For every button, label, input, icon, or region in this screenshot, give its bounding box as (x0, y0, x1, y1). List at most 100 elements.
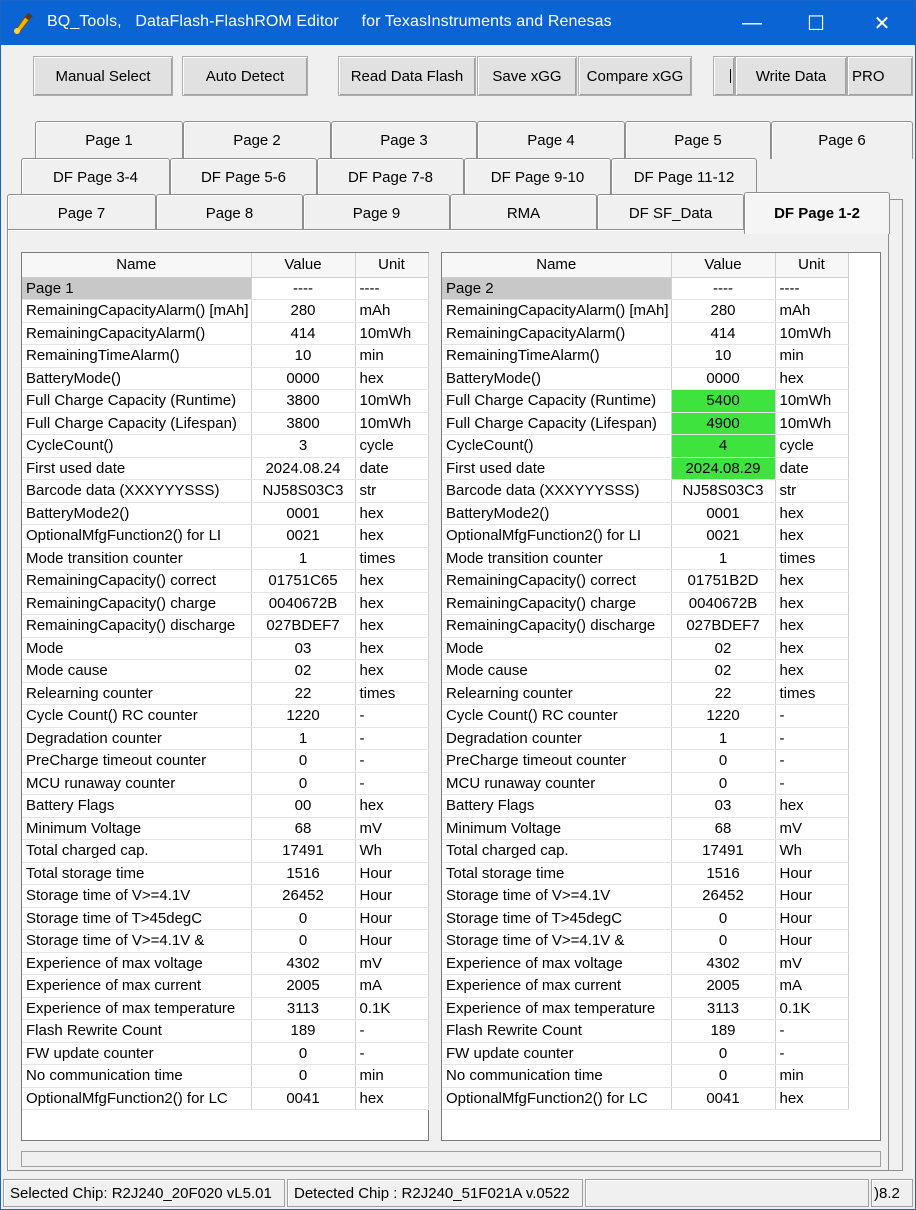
table-row[interactable]: Degradation counter 1- (22, 727, 429, 750)
cell-value[interactable]: 0041 (251, 1087, 356, 1110)
table-row[interactable]: OptionalMfgFunction2() for LI 0021 hex (22, 524, 429, 548)
read-data-flash-button[interactable]: Read Data Flash (338, 56, 476, 96)
cell-value[interactable]: 0 (671, 1042, 776, 1065)
tab-page-5[interactable]: Page 5 (625, 121, 771, 159)
cell-value[interactable]: 2024.08.29 (671, 457, 776, 480)
column-header-name[interactable]: Name (22, 253, 252, 278)
cell-value[interactable]: 0 (251, 929, 356, 953)
table-row[interactable]: Experience of max current 2005 mA (22, 974, 429, 998)
cell-value[interactable]: 0 (671, 929, 776, 953)
table-row[interactable]: BatteryMode2() 0001 hex (22, 502, 429, 525)
cell-value[interactable]: 189 (671, 1019, 776, 1043)
table-row[interactable]: RemainingCapacityAlarm() [mAh] 280 mAh (442, 299, 849, 323)
table-row[interactable]: Storage time of V>=4.1V 26452 Hour (22, 884, 429, 908)
cell-value[interactable]: 02 (671, 637, 776, 660)
cell-value[interactable]: 1 (251, 727, 356, 750)
tab-page-3[interactable]: Page 3 (331, 121, 477, 159)
cell-value[interactable]: 0 (251, 1042, 356, 1065)
table-row[interactable]: RemainingCapacityAlarm() 414 10mWh (442, 322, 849, 345)
table-row[interactable]: CycleCount() 4 cycle (442, 434, 849, 458)
cell-value[interactable]: 0 (671, 1064, 776, 1088)
table-row[interactable]: Experience of max temperature 3113 0.1K (22, 997, 429, 1020)
table-row[interactable]: PreCharge timeout counter 0- (22, 749, 429, 773)
cell-value[interactable]: 1 (671, 727, 776, 750)
table-row[interactable]: Page 2 ---- ---- (442, 277, 849, 300)
table-row[interactable]: Storage time of T>45degC 0 Hour (22, 907, 429, 930)
manual-select-button[interactable]: Manual Select (33, 56, 173, 96)
table-row[interactable]: Minimum Voltage 68 mV (442, 817, 849, 840)
table-row[interactable]: Relearning counter 22 times (22, 682, 429, 705)
cell-value[interactable]: 0000 (251, 367, 356, 390)
cell-value[interactable]: 5400 (671, 389, 776, 413)
column-header-unit[interactable]: Unit (355, 253, 429, 278)
cell-value[interactable]: 17491 (251, 839, 356, 863)
table-row[interactable]: RemainingCapacity() correct 01751B2D hex (442, 569, 849, 593)
cell-value[interactable]: 0041 (671, 1087, 776, 1110)
tab-page-2[interactable]: Page 2 (183, 121, 331, 159)
cell-value[interactable]: ---- (671, 277, 776, 300)
table-row[interactable]: Mode transition counter 1 times (442, 547, 849, 570)
table-row[interactable]: Experience of max voltage 4302 mV (442, 952, 849, 975)
cell-value[interactable]: 0001 (671, 502, 776, 525)
tab-page-1[interactable]: Page 1 (35, 121, 183, 159)
table-row[interactable]: RemainingCapacityAlarm() 414 10mWh (22, 322, 429, 345)
cell-value[interactable]: 3800 (251, 389, 356, 413)
table-row[interactable]: Full Charge Capacity (Lifespan) 4900 10mWh (442, 412, 849, 435)
tab-df-page-9-10[interactable]: DF Page 9-10 (464, 158, 611, 196)
cell-value[interactable]: 0000 (671, 367, 776, 390)
table-row[interactable]: CycleCount() 3 cycle (22, 434, 429, 458)
cell-value[interactable]: 027BDEF7 (671, 614, 776, 638)
table-row[interactable]: Total storage time 1516 Hour (442, 862, 849, 885)
table-row[interactable]: MCU runaway counter 0- (22, 772, 429, 795)
table-row[interactable]: RemainingCapacity() discharge 027BDEF7 hex (442, 614, 849, 638)
cell-value[interactable]: 414 (251, 322, 356, 345)
cell-value[interactable]: 3 (251, 434, 356, 458)
cell-value[interactable]: 22 (671, 682, 776, 705)
tab-df-sf-data[interactable]: DF SF_Data (597, 194, 744, 232)
cell-value[interactable]: 189 (251, 1019, 356, 1043)
cell-value[interactable]: 4900 (671, 412, 776, 435)
write-data-button[interactable]: Write Data (735, 56, 847, 96)
table-row[interactable]: Mode cause 02 hex (442, 659, 849, 683)
table-row[interactable]: Storage time of V>=4.1V 26452 Hour (442, 884, 849, 908)
cell-value[interactable]: 1 (671, 547, 776, 570)
tab-page-7[interactable]: Page 7 (7, 194, 156, 232)
table-row[interactable]: Barcode data (XXXYYYSSS) NJ58S03C3 str (442, 479, 849, 503)
table-row[interactable]: OptionalMfgFunction2() for LI 0021 hex (442, 524, 849, 548)
cell-value[interactable]: 280 (671, 299, 776, 323)
cell-value[interactable]: 4302 (251, 952, 356, 975)
cell-value[interactable]: 0021 (671, 524, 776, 548)
cell-value[interactable]: 00 (251, 794, 356, 818)
tab-df-page-5-6[interactable]: DF Page 5-6 (170, 158, 317, 196)
tab-page-8[interactable]: Page 8 (156, 194, 303, 232)
column-header-unit[interactable]: Unit (775, 253, 849, 278)
cell-value[interactable]: 0001 (251, 502, 356, 525)
table-row[interactable]: Storage time of T>45degC 0 Hour (442, 907, 849, 930)
table-row[interactable]: Cycle Count() RC counter 1220- (442, 704, 849, 728)
tab-panel-scrollbar[interactable] (889, 199, 903, 1171)
table-row[interactable]: Flash Rewrite Count 189- (442, 1019, 849, 1043)
cell-value[interactable]: 0 (671, 772, 776, 795)
table-row[interactable]: MCU runaway counter 0- (442, 772, 849, 795)
cell-value[interactable]: 26452 (251, 884, 356, 908)
cell-value[interactable]: 1220 (671, 704, 776, 728)
table-row[interactable]: No communication time 0 min (22, 1064, 429, 1088)
table-row[interactable]: RemainingTimeAlarm() 10 min (442, 344, 849, 368)
table-row[interactable]: RemainingCapacity() charge 0040672B hex (442, 592, 849, 615)
table-row[interactable]: Mode transition counter 1 times (22, 547, 429, 570)
table-row[interactable]: Storage time of V>=4.1V & 0 Hour (22, 929, 429, 953)
cell-value[interactable]: 02 (251, 659, 356, 683)
cell-value[interactable]: 68 (251, 817, 356, 840)
table-row[interactable]: RemainingTimeAlarm() 10 min (22, 344, 429, 368)
table-row[interactable]: RemainingCapacity() discharge 027BDEF7 hex (22, 614, 429, 638)
cell-value[interactable]: 0 (251, 772, 356, 795)
table-row[interactable]: Experience of max voltage 4302 mV (22, 952, 429, 975)
cell-value[interactable]: 2024.08.24 (251, 457, 356, 480)
table-row[interactable]: OptionalMfgFunction2() for LC 0041 hex (442, 1087, 849, 1110)
cell-value[interactable]: NJ58S03C3 (671, 479, 776, 503)
table-row[interactable]: PreCharge timeout counter 0- (442, 749, 849, 773)
tab-df-page-7-8[interactable]: DF Page 7-8 (317, 158, 464, 196)
cell-value[interactable]: 414 (671, 322, 776, 345)
tab-page-6[interactable]: Page 6 (771, 121, 913, 159)
close-icon[interactable]: ✕ (849, 1, 915, 45)
